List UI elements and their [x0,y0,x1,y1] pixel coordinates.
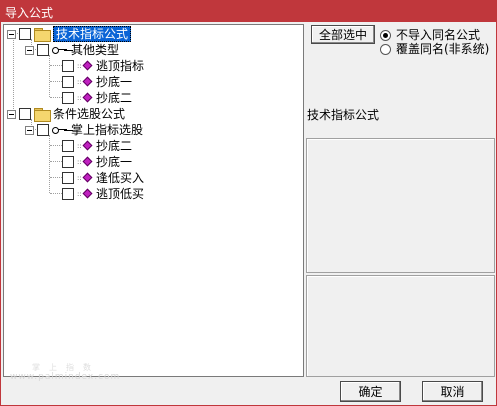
tree-node-palm-select[interactable]: 掌上指标选股 [25,122,143,138]
formula-icon: :: [77,60,93,72]
tree-item[interactable]: :: 逃顶指标 [62,58,144,74]
collapse-toggle[interactable] [7,109,16,119]
tree-node-technical[interactable]: 技术指标公式 [7,26,132,42]
tree-item-label: 抄底一 [96,75,133,89]
item-checkbox[interactable] [62,60,74,72]
category-label: 技术指标公式 [307,108,380,122]
radio-overwrite[interactable]: 覆盖同名(非系统) [380,42,489,56]
tree-node-other-type[interactable]: 其他类型 [25,42,119,58]
select-all-button[interactable]: 全部选中 [311,25,375,44]
tree-item-label: 逢低买入 [96,171,145,185]
tree-node-stock-select[interactable]: 条件选股公式 [7,106,125,122]
checkbox-other-type[interactable] [37,44,49,56]
watermark: 掌上指数 www.palmindex.com [10,363,121,382]
tree-label-other-type: 其他类型 [71,43,120,57]
ok-button[interactable]: 确定 [340,381,401,402]
formula-icon: :: [77,92,93,104]
tree-label-technical: 技术指标公式 [53,26,132,42]
tree-item-label: 抄底二 [96,91,133,105]
formula-icon: :: [77,188,93,200]
formula-description-box [306,275,495,377]
key-icon [52,125,68,135]
checkbox-technical[interactable] [19,28,31,40]
radio-no-import-dot[interactable] [380,29,391,41]
formula-info-box [306,138,495,273]
radio-no-import-label: 不导入同名公式 [396,28,481,42]
tree-item[interactable]: :: 抄底一 [62,154,132,170]
title-bar: 导入公式 [0,0,497,22]
item-checkbox[interactable] [62,188,74,200]
formula-icon: :: [77,140,93,152]
cancel-button[interactable]: 取消 [422,381,483,402]
tree-label-stock-select: 条件选股公式 [53,107,126,121]
key-icon [52,45,68,55]
tree-item-label: 逃顶指标 [96,59,145,73]
tree-item[interactable]: :: 逢低买入 [62,170,144,186]
checkbox-palm-select[interactable] [37,124,49,136]
tree-item[interactable]: :: 抄底二 [62,90,132,106]
collapse-toggle[interactable] [7,29,16,39]
folder-icon [34,28,51,42]
tree-item[interactable]: :: 抄底一 [62,74,132,90]
collapse-toggle[interactable] [25,125,34,135]
tree-item[interactable]: :: 抄底二 [62,138,132,154]
formula-icon: :: [77,172,93,184]
tree-item-label: 抄底一 [96,155,133,169]
item-checkbox[interactable] [62,76,74,88]
checkbox-stock-select[interactable] [19,108,31,120]
item-checkbox[interactable] [62,140,74,152]
formula-icon: :: [77,76,93,88]
radio-overwrite-dot[interactable] [380,43,391,55]
window-title: 导入公式 [5,6,54,20]
tree-item-label: 逃顶低买 [96,187,145,201]
collapse-toggle[interactable] [25,45,34,55]
tree-item-label: 抄底二 [96,139,133,153]
radio-overwrite-label: 覆盖同名(非系统) [396,42,490,56]
formula-icon: :: [77,156,93,168]
radio-no-import[interactable]: 不导入同名公式 [380,28,480,42]
item-checkbox[interactable] [62,156,74,168]
formula-tree[interactable]: 技术指标公式 其他类型 :: 逃顶指标 :: 抄底一 :: 抄底二 条件选股公式… [3,24,304,377]
item-checkbox[interactable] [62,92,74,104]
item-checkbox[interactable] [62,172,74,184]
tree-label-palm-select: 掌上指标选股 [71,123,144,137]
folder-icon [34,108,51,122]
tree-item[interactable]: :: 逃顶低买 [62,186,144,202]
